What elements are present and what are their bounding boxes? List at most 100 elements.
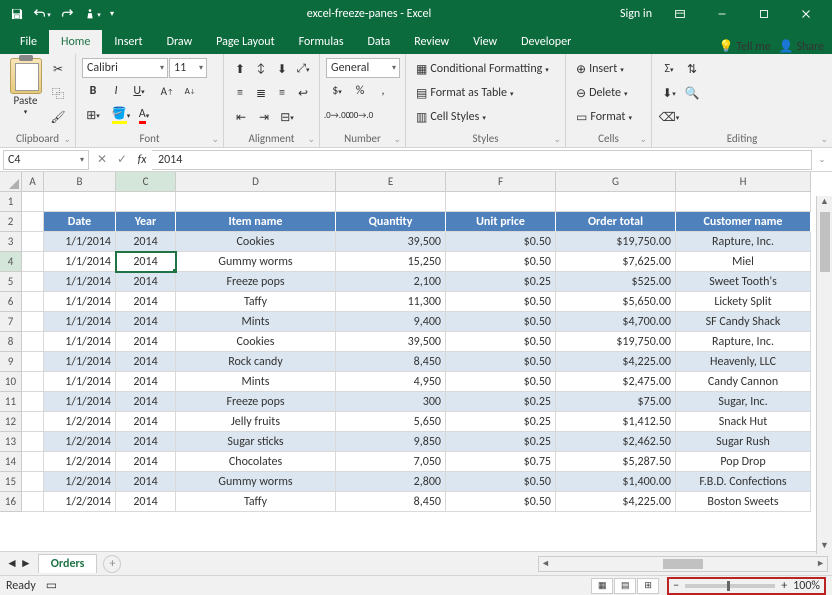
scroll-left-icon[interactable]: ◄	[541, 558, 550, 569]
zoom-level[interactable]: 100%	[793, 579, 820, 593]
cell[interactable]: 2014	[116, 372, 176, 392]
save-icon[interactable]	[6, 3, 28, 25]
cell[interactable]: Miel	[676, 252, 811, 272]
row-header-16[interactable]: 16	[0, 492, 22, 512]
cell[interactable]: $0.75	[446, 452, 556, 472]
cell[interactable]: 5,650	[336, 412, 446, 432]
select-all-corner[interactable]	[0, 172, 22, 192]
cut-icon[interactable]: ✂	[47, 58, 69, 80]
cell[interactable]: Year	[116, 212, 176, 232]
align-top-icon[interactable]: ⬆	[230, 58, 250, 80]
cell[interactable]	[44, 192, 116, 212]
borders-icon[interactable]: ⊞▾	[82, 104, 104, 126]
cell[interactable]: 1/1/2014	[44, 352, 116, 372]
insert-button[interactable]: ⊕ Insert ▾	[572, 58, 648, 80]
comma-icon[interactable]: ,	[372, 80, 394, 102]
zoom-in-icon[interactable]: +	[781, 579, 787, 593]
find-icon[interactable]: 🔍	[681, 82, 703, 104]
tab-draw[interactable]: Draw	[155, 30, 205, 54]
cell[interactable]: Freeze pops	[176, 272, 336, 292]
cell[interactable]: $75.00	[556, 392, 676, 412]
cell[interactable]: Candy Cannon	[676, 372, 811, 392]
cell[interactable]: 1/2/2014	[44, 472, 116, 492]
cell[interactable]	[116, 192, 176, 212]
cell[interactable]	[22, 312, 44, 332]
cell[interactable]: $19,750.00	[556, 332, 676, 352]
share-button[interactable]: 👤 Share	[779, 39, 824, 54]
cell[interactable]: 2014	[116, 492, 176, 512]
cell[interactable]: 11,300	[336, 292, 446, 312]
cell[interactable]: F.B.D. Confections	[676, 472, 811, 492]
cell[interactable]: $7,625.00	[556, 252, 676, 272]
orientation-icon[interactable]: ⤢▾	[293, 58, 313, 80]
cell[interactable]: 4,950	[336, 372, 446, 392]
macro-icon[interactable]: ▭	[46, 578, 57, 593]
cell[interactable]: 2014	[116, 292, 176, 312]
cell[interactable]	[676, 192, 811, 212]
signin-link[interactable]: Sign in	[620, 7, 652, 21]
cell[interactable]: 15,250	[336, 252, 446, 272]
scroll-down-icon[interactable]: ▼	[817, 540, 832, 554]
col-header-D[interactable]: D	[176, 172, 336, 192]
cell[interactable]: 8,450	[336, 352, 446, 372]
format-painter-icon[interactable]: 🖌	[47, 106, 69, 128]
italic-button[interactable]: I	[105, 80, 127, 102]
cell[interactable]	[22, 192, 44, 212]
font-size-select[interactable]: 11	[169, 58, 207, 78]
tab-developer[interactable]: Developer	[509, 30, 583, 54]
col-header-A[interactable]: A	[22, 172, 44, 192]
add-sheet-icon[interactable]: +	[103, 555, 121, 573]
cell[interactable]: SF Candy Shack	[676, 312, 811, 332]
align-left-icon[interactable]: ≡	[230, 82, 250, 104]
cell[interactable]: 300	[336, 392, 446, 412]
cell[interactable]: 2,800	[336, 472, 446, 492]
cell[interactable]	[22, 232, 44, 252]
row-header-1[interactable]: 1	[0, 192, 22, 212]
cell[interactable]: Cookies	[176, 332, 336, 352]
maximize-icon[interactable]	[744, 0, 784, 28]
col-header-B[interactable]: B	[44, 172, 116, 192]
cell[interactable]: 1/2/2014	[44, 492, 116, 512]
cell[interactable]: Pop Drop	[676, 452, 811, 472]
cell[interactable]: 8,450	[336, 492, 446, 512]
cell[interactable]: Cookies	[176, 232, 336, 252]
cell[interactable]	[22, 472, 44, 492]
fill-icon[interactable]: ⬇▾	[658, 82, 680, 104]
number-format-select[interactable]: General	[326, 58, 400, 78]
tab-page-layout[interactable]: Page Layout	[204, 30, 286, 54]
percent-icon[interactable]: %	[349, 80, 371, 102]
page-break-view-icon[interactable]: ⊞	[637, 578, 659, 594]
cell[interactable]: Unit price	[446, 212, 556, 232]
sort-filter-icon[interactable]: ⇅	[681, 58, 703, 80]
conditional-formatting-button[interactable]: ▦ Conditional Formatting ▾	[412, 58, 562, 80]
col-header-C[interactable]: C	[116, 172, 176, 192]
merge-icon[interactable]: ⊟▾	[276, 106, 298, 128]
zoom-out-icon[interactable]: −	[673, 579, 679, 593]
cell[interactable]: 1/1/2014	[44, 252, 116, 272]
row-header-7[interactable]: 7	[0, 312, 22, 332]
col-header-H[interactable]: H	[676, 172, 811, 192]
cell[interactable]: 1/1/2014	[44, 372, 116, 392]
cell[interactable]: $1,412.50	[556, 412, 676, 432]
cell[interactable]: 2014	[116, 352, 176, 372]
cell[interactable]: Item name	[176, 212, 336, 232]
scroll-thumb[interactable]	[820, 212, 830, 272]
cell[interactable]: Heavenly, LLC	[676, 352, 811, 372]
format-as-table-button[interactable]: ▤ Format as Table ▾	[412, 82, 562, 104]
enter-formula-icon[interactable]: ✓	[112, 150, 132, 170]
cell[interactable]	[176, 192, 336, 212]
row-header-15[interactable]: 15	[0, 472, 22, 492]
cell[interactable]: 1/2/2014	[44, 432, 116, 452]
row-header-6[interactable]: 6	[0, 292, 22, 312]
minimize-icon[interactable]	[702, 0, 742, 28]
wrap-text-icon[interactable]: ↩	[293, 82, 313, 104]
cell[interactable]: $5,650.00	[556, 292, 676, 312]
underline-button[interactable]: U▾	[128, 80, 150, 102]
increase-decimal-icon[interactable]: .0→.00	[326, 104, 348, 126]
format-button[interactable]: ▭ Format ▾	[572, 106, 648, 128]
cell[interactable]: 2014	[116, 332, 176, 352]
cell[interactable]: 1/1/2014	[44, 332, 116, 352]
cell[interactable]: $0.50	[446, 352, 556, 372]
row-header-13[interactable]: 13	[0, 432, 22, 452]
cell[interactable]: $0.25	[446, 432, 556, 452]
